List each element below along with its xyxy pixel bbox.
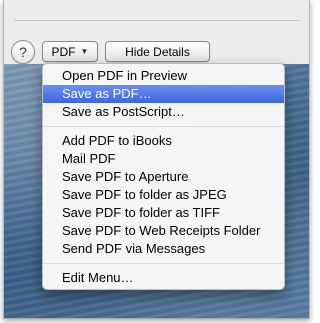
menu-item-edit-menu[interactable]: Edit Menu… [43,269,284,287]
divider [14,20,299,21]
menu-item-save-as-pdf[interactable]: Save as PDF… [43,85,284,103]
menu-item-save-pdf-to-web-receipts[interactable]: Save PDF to Web Receipts Folder [43,222,284,240]
menu-item-open-pdf-in-preview[interactable]: Open PDF in Preview [43,67,284,85]
hide-details-label: Hide Details [125,44,190,59]
help-button[interactable]: ? [11,40,35,64]
help-icon: ? [19,44,27,60]
menu-separator [43,263,284,264]
menu-item-save-as-postscript[interactable]: Save as PostScript… [43,103,284,121]
chevron-down-icon: ▼ [80,47,89,56]
pdf-button-label: PDF [51,44,76,59]
menu-item-save-pdf-to-aperture[interactable]: Save PDF to Aperture [43,168,284,186]
menu-separator [43,126,284,127]
menu-item-mail-pdf[interactable]: Mail PDF [43,150,284,168]
pdf-menu-button[interactable]: PDF ▼ [42,41,98,62]
menu-item-save-pdf-to-folder-jpeg[interactable]: Save PDF to folder as JPEG [43,186,284,204]
pdf-dropdown-menu: Open PDF in Preview Save as PDF… Save as… [42,63,285,290]
hide-details-button[interactable]: Hide Details [105,41,210,62]
menu-item-add-pdf-to-ibooks[interactable]: Add PDF to iBooks [43,132,284,150]
menu-item-save-pdf-to-folder-tiff[interactable]: Save PDF to folder as TIFF [43,204,284,222]
menu-item-send-pdf-via-messages[interactable]: Send PDF via Messages [43,240,284,258]
